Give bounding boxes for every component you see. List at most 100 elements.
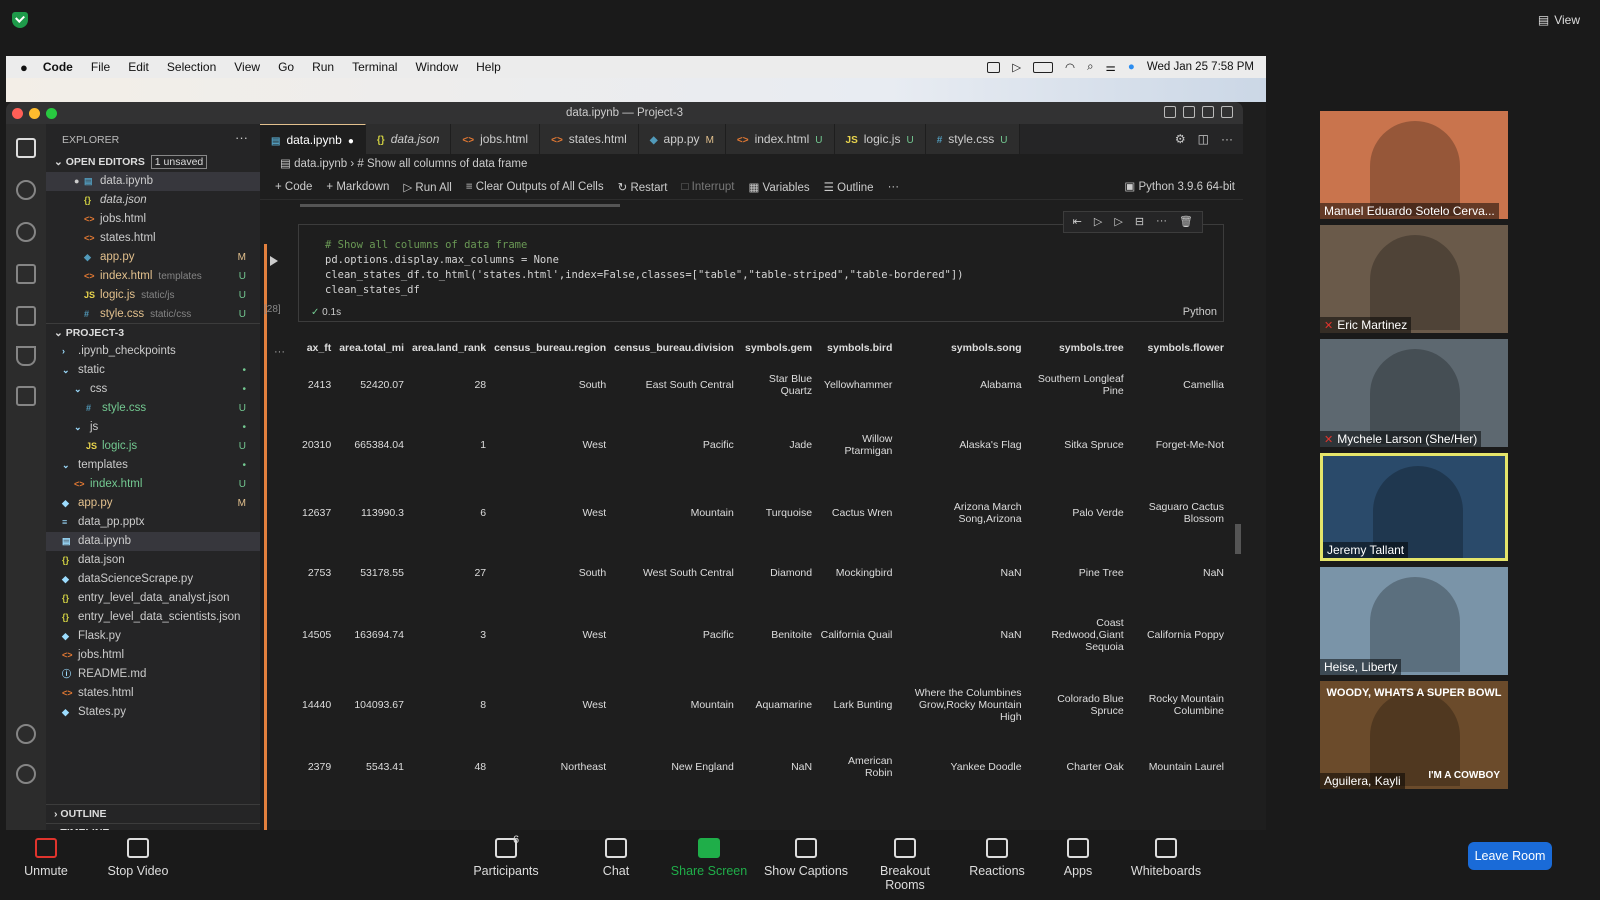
tree-item[interactable]: ◆ States.py [46,703,260,722]
execute-below-icon[interactable]: ▷ [1114,215,1122,229]
tree-item[interactable]: ◆ app.py M [46,494,260,513]
source-control-icon[interactable] [16,222,36,242]
participant-tile[interactable]: Heise, Liberty [1320,567,1508,675]
open-editors-header[interactable]: ⌄ OPEN EDITORS 1 unsaved [46,153,260,171]
kernel-picker[interactable]: ▣ Python 3.9.6 64-bit [1124,179,1235,193]
tree-item[interactable]: {} entry_level_data_scientists.json [46,608,260,627]
tree-item[interactable]: ⌄ css • [46,380,260,399]
add-code-cell-button[interactable]: + Code [275,181,312,193]
menu-view[interactable]: View [234,60,260,74]
open-editor-item[interactable]: <> index.html templates U [46,267,260,286]
battery-icon[interactable] [1033,61,1054,73]
breakout-rooms-button[interactable]: Breakout Rooms [860,838,950,892]
split-cell-icon[interactable]: ⊟ [1135,215,1144,229]
tree-item[interactable]: ≡ data_pp.pptx [46,513,260,532]
delete-cell-icon[interactable]: 🗑 [1179,215,1193,229]
add-markdown-cell-button[interactable]: + Markdown [326,181,389,193]
editor-tab[interactable]: # style.css U [925,124,1020,154]
participant-tile[interactable]: Manuel Eduardo Sotelo Cerva... [1320,111,1508,219]
editor-tab[interactable]: <> jobs.html [451,124,541,154]
menu-terminal[interactable]: Terminal [352,60,397,74]
toggle-panel-icon[interactable] [1183,106,1195,118]
breadcrumb-file[interactable]: data.ipynb [294,158,347,170]
tab-status[interactable]: U [815,135,822,146]
interrupt-button[interactable]: □ Interrupt [682,181,735,193]
account-icon[interactable] [16,724,36,744]
breadcrumb-cell[interactable]: # Show all columns of data frame [357,158,527,170]
variables-button[interactable]: ▦ Variables [748,180,809,194]
open-editor-item[interactable]: # style.css static/css U [46,305,260,324]
editor-tab[interactable]: ▤ data.ipynb ● [260,124,366,154]
tree-item[interactable]: ⓘ README.md [46,665,260,684]
menu-edit[interactable]: Edit [128,60,149,74]
tab-status[interactable]: U [906,135,913,146]
horizontal-scrollbar[interactable] [300,204,620,207]
menu-window[interactable]: Window [415,60,458,74]
restart-button[interactable]: ↻ Restart [618,180,668,194]
menu-run[interactable]: Run [312,60,334,74]
split-editor-icon[interactable]: ◫ [1198,132,1209,146]
whiteboards-button[interactable]: Whiteboards [1121,838,1211,878]
explorer-icon[interactable] [16,138,36,158]
open-editor-item[interactable]: ● ▤ data.ipynb [46,172,260,191]
run-below-icon[interactable]: ▷ [1094,215,1102,229]
toggle-sidebar-icon[interactable] [1164,106,1176,118]
extensions-icon[interactable] [16,306,36,326]
tree-item[interactable]: JS logic.js U [46,437,260,456]
project-header[interactable]: ⌄ PROJECT-3 [46,323,260,341]
clear-outputs-button[interactable]: ≡ Clear Outputs of All Cells [466,181,604,193]
cell-more-icon[interactable]: ··· [1156,215,1167,229]
run-debug-icon[interactable] [16,264,36,284]
tree-item[interactable]: {} entry_level_data_analyst.json [46,589,260,608]
vertical-scrollbar[interactable] [1235,524,1241,554]
participant-tile[interactable]: ✕ Mychele Larson (She/Her) [1320,339,1508,447]
minimize-icon[interactable] [29,108,40,119]
settings-icon[interactable] [16,764,36,784]
unsaved-dot-icon[interactable]: ● [74,172,79,191]
outline-header[interactable]: › OUTLINE [46,804,260,822]
editor-tab[interactable]: <> states.html [540,124,639,154]
control-center-icon[interactable]: ⚌ [1106,60,1116,74]
more-actions-icon[interactable]: ··· [235,130,248,145]
tree-item[interactable]: <> states.html [46,684,260,703]
play-icon[interactable]: ▷ [1012,60,1021,74]
chat-button[interactable]: Chat [571,838,661,878]
tree-item[interactable]: ⌄ static • [46,361,260,380]
participant-tile[interactable]: ✕ Eric Martinez [1320,225,1508,333]
layout-icon[interactable] [1221,106,1233,118]
menu-file[interactable]: File [91,60,110,74]
status-icon[interactable] [987,61,1001,73]
search-icon[interactable] [16,180,36,200]
tree-item[interactable]: ⌄ js • [46,418,260,437]
apple-icon[interactable]: ● [20,60,28,75]
tree-item[interactable]: ⌄ templates • [46,456,260,475]
editor-tab[interactable]: ◆ app.py M [638,124,726,154]
reactions-button[interactable]: Reactions [952,838,1042,878]
more-icon[interactable]: ··· [1221,132,1233,146]
menu-go[interactable]: Go [278,60,294,74]
open-editor-item[interactable]: <> states.html [46,229,260,248]
maximize-icon[interactable] [46,108,57,119]
open-editor-item[interactable]: ◆ app.py M [46,248,260,267]
share-screen-button[interactable]: Share Screen [664,838,754,878]
tree-item[interactable]: ◆ dataScienceScrape.py [46,570,260,589]
tab-status[interactable]: M [706,135,714,146]
participant-tile[interactable]: Jeremy Tallant [1320,453,1508,561]
editor-tab[interactable]: {} data.json [365,124,452,154]
run-cell-button[interactable] [270,256,278,266]
wifi-icon[interactable]: ◠ [1065,60,1075,74]
editor-tab[interactable]: JS logic.js U [834,124,926,154]
tab-status[interactable]: ● [348,136,354,147]
tree-item[interactable]: ◆ Flask.py [46,627,260,646]
unmute-button[interactable]: Unmute [1,838,91,878]
search-icon[interactable]: ⌕ [1087,61,1093,74]
run-all-button[interactable]: ▷ Run All [403,180,451,194]
toggle-secondary-icon[interactable] [1202,106,1214,118]
code-cell[interactable]: ⇤ ▷ ▷ ⊟ ··· 🗑 # Show all columns of data fram… [298,211,1224,322]
cell-language[interactable]: Python [1183,306,1217,318]
open-editor-item[interactable]: JS logic.js static/js U [46,286,260,305]
view-button[interactable]: ▤ View [1538,9,1580,31]
menu-selection[interactable]: Selection [167,60,216,74]
menu-help[interactable]: Help [476,60,501,74]
show-captions-button[interactable]: Show Captions [761,838,851,878]
